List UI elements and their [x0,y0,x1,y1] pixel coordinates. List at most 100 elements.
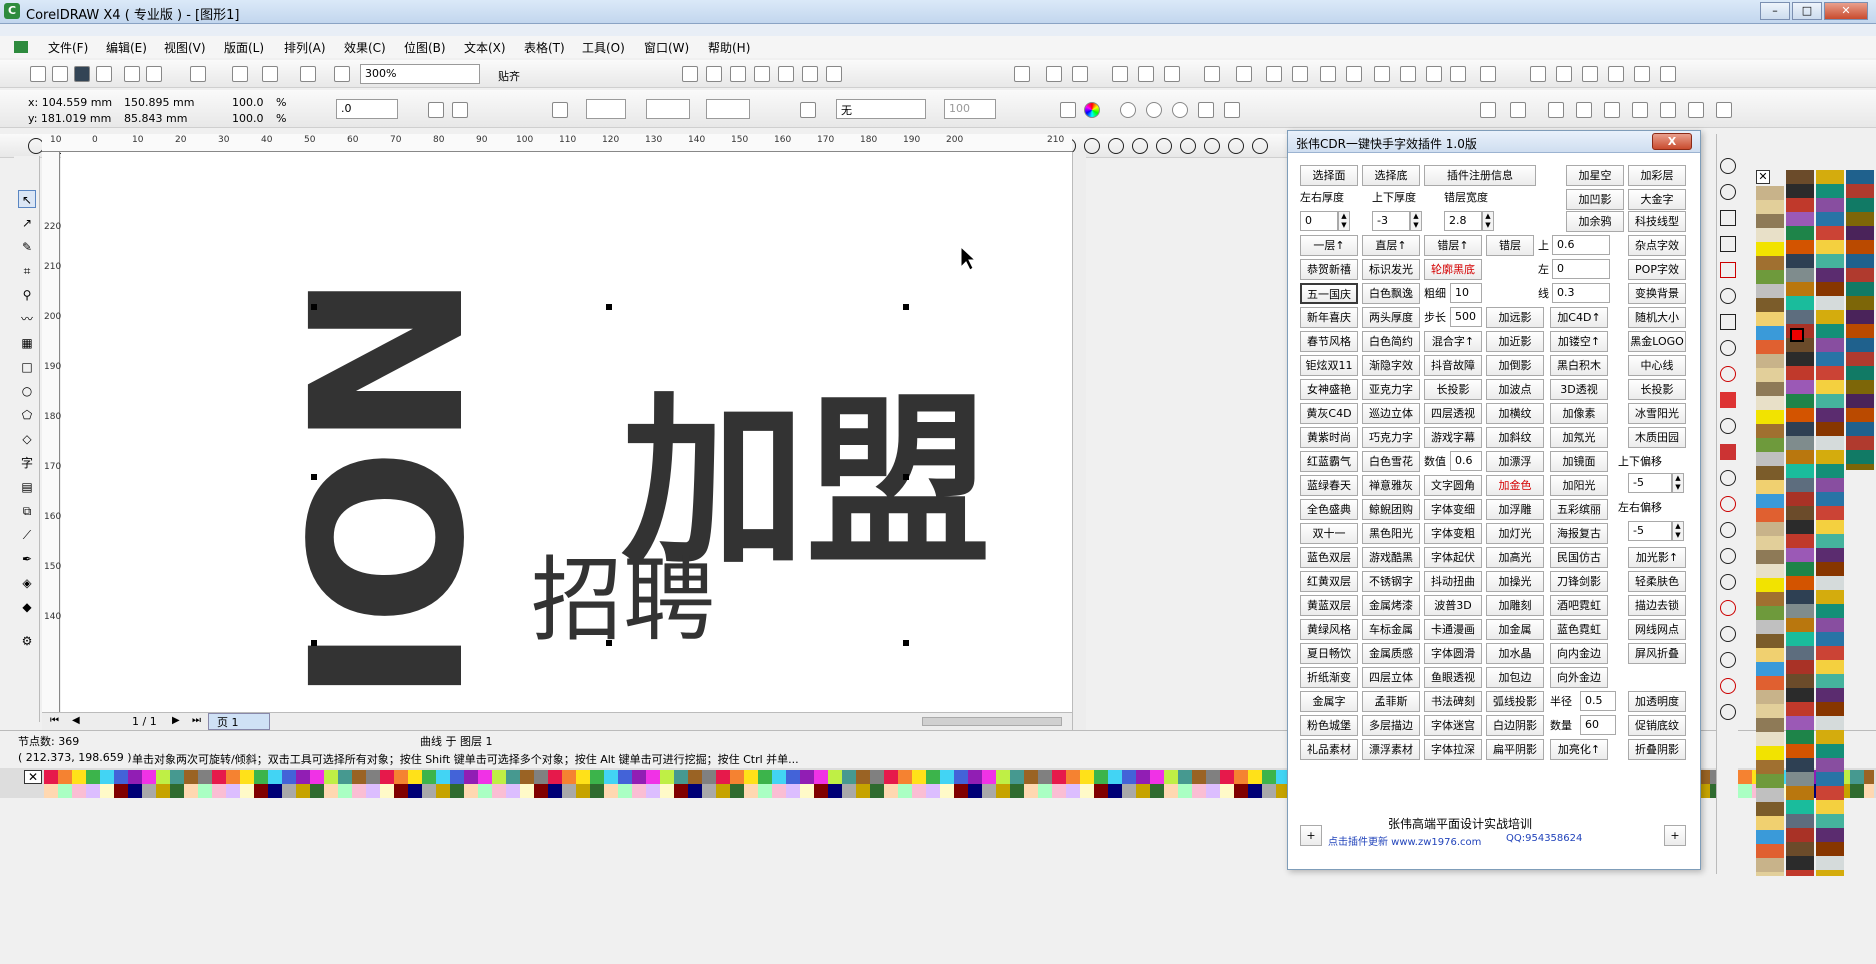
effect-button[interactable]: 加倒影 [1486,355,1544,376]
open-icon[interactable] [52,66,68,82]
effect-button[interactable]: 中心线 [1628,355,1686,376]
effect-button[interactable]: 不锈钢字 [1362,571,1420,592]
effect-button[interactable]: 加灯光 [1486,523,1544,544]
effect-button[interactable]: 加C4D↑ [1550,307,1608,328]
symbol-icon-52[interactable] [1252,138,1268,154]
selection-handle[interactable] [606,304,612,310]
plugin-icon-1[interactable] [1014,66,1030,82]
effect-button[interactable]: 抖动扭曲 [1424,571,1482,592]
redo-icon[interactable] [190,66,206,82]
effect-button[interactable]: 黄蓝双层 [1300,595,1358,616]
effect-button[interactable]: 加雕刻 [1486,595,1544,616]
plugin-prop-icon-6[interactable] [1632,102,1648,118]
effect-button[interactable]: 加横纹 [1486,403,1544,424]
snap-dropdown[interactable]: 贴齐 [498,68,520,84]
rotation-input[interactable]: .0 [336,99,398,119]
effect-button[interactable]: 促销底纹 [1628,715,1686,736]
split-icon[interactable] [1198,102,1214,118]
plugin-prop-icon-4[interactable] [1576,102,1592,118]
left-input[interactable]: 0 [1552,259,1610,279]
docker-icon-19[interactable] [1720,626,1736,642]
print-icon[interactable] [96,66,112,82]
effect-button[interactable]: 加镂空↑ [1550,331,1608,352]
eyedropper-tool-icon[interactable]: ⟋ [18,526,36,544]
menu-table[interactable]: 表格(T) [524,39,565,56]
first-page-icon[interactable]: ⏮ [50,715,59,726]
ellipse-tool-icon[interactable]: ○ [18,382,36,400]
effect-button[interactable]: 民国仿古 [1550,547,1608,568]
effect-button[interactable]: 蓝色霓虹 [1550,619,1608,640]
effect-button[interactable]: 折叠阴影 [1628,739,1686,760]
add-starry-button[interactable]: 加星空 [1566,165,1624,186]
color-palette-right[interactable]: ✕ [1740,160,1876,880]
thick-input[interactable]: 10 [1450,283,1482,303]
effect-button[interactable]: 加浮雕 [1486,499,1544,520]
effect-button[interactable]: 加透明度 [1628,691,1686,712]
effect-button[interactable]: 字体变粗 [1424,523,1482,544]
color-wheel-icon[interactable] [1084,102,1100,118]
effect-button[interactable]: 多层描边 [1362,715,1420,736]
palette-column-4[interactable] [1846,170,1874,470]
quantity-input[interactable]: 60 [1580,715,1616,735]
interactive-fill-tool-icon[interactable]: ◆ [18,598,36,616]
effect-button[interactable]: 加亮化↑ [1550,739,1608,760]
menu-window[interactable]: 窗口(W) [644,39,689,56]
plugin-icon-13[interactable] [1374,66,1390,82]
menu-bitmaps[interactable]: 位图(B) [404,39,446,56]
effect-button[interactable]: 巡边立体 [1362,403,1420,424]
docker-icon-12[interactable] [1720,444,1736,460]
effect-button[interactable]: 加金色 [1486,475,1544,496]
effect-button[interactable]: 渐隐字效 [1362,355,1420,376]
add-concave-shadow-button[interactable]: 加凹影 [1566,189,1624,210]
outline-width-combo[interactable]: 无 [836,99,926,119]
options-icon[interactable] [682,66,698,82]
plugin-icon-10[interactable] [1292,66,1308,82]
plugin-prop-icon-1[interactable] [1480,102,1496,118]
symbol-icon-51[interactable] [1228,138,1244,154]
effect-button[interactable]: 加斜纹 [1486,427,1544,448]
docker-icon-15[interactable] [1720,522,1736,538]
arrow-combo[interactable] [706,99,750,119]
straight-layer-button[interactable]: 直层↑ [1362,235,1420,256]
docker-icon-1[interactable] [1720,158,1736,174]
effect-button[interactable]: 孟菲斯 [1362,691,1420,712]
artwork-english[interactable]: NION [266,272,511,880]
symbol-icon-45[interactable] [1084,138,1100,154]
docker-icon-3[interactable] [1720,210,1736,226]
radius-input[interactable]: 0.5 [1580,691,1616,711]
effect-button[interactable]: 向内金边 [1550,643,1608,664]
effect-button[interactable]: 加氖光 [1550,427,1608,448]
effect-button[interactable]: 夏日畅饮 [1300,643,1358,664]
big-gold-text-button[interactable]: 大金字 [1628,189,1686,210]
effect-button[interactable]: 双十一 [1300,523,1358,544]
effect-button[interactable]: 五彩缤丽 [1550,499,1608,520]
symbol-icon-48[interactable] [1156,138,1172,154]
effect-button[interactable]: 加操光 [1486,571,1544,592]
docker-icon-8[interactable] [1720,340,1736,356]
docker-icon-4[interactable] [1720,236,1736,252]
selection-handle[interactable] [903,640,909,646]
effect-button[interactable]: 新年喜庆 [1300,307,1358,328]
outline-tool-icon[interactable]: ✒ [18,550,36,568]
glass-icon[interactable] [826,66,842,82]
plugin-prop-icon-2[interactable] [1510,102,1526,118]
fill-icon[interactable] [778,66,794,82]
effect-button[interactable]: 标识发光 [1362,259,1420,280]
effect-button[interactable]: 亚克力字 [1362,379,1420,400]
effect-button[interactable]: 长投影 [1424,379,1482,400]
plugin-icon-9[interactable] [1266,66,1282,82]
effect-button[interactable]: 轻柔肤色 [1628,571,1686,592]
docker-icon-17[interactable] [1720,574,1736,590]
effect-button[interactable]: 金属烤漆 [1362,595,1420,616]
selection-handle[interactable] [903,474,909,480]
zoom-tool-icon[interactable]: ⚲ [18,286,36,304]
welcome-icon[interactable] [334,66,350,82]
effect-button[interactable]: 加金属 [1486,619,1544,640]
effect-button[interactable]: 巧克力字 [1362,427,1420,448]
export-icon[interactable] [262,66,278,82]
effect-button[interactable]: 加高光 [1486,547,1544,568]
selection-handle[interactable] [606,640,612,646]
docker-icon-13[interactable] [1720,470,1736,486]
new-icon[interactable] [30,66,46,82]
effect-button[interactable]: 黑白积木 [1550,355,1608,376]
